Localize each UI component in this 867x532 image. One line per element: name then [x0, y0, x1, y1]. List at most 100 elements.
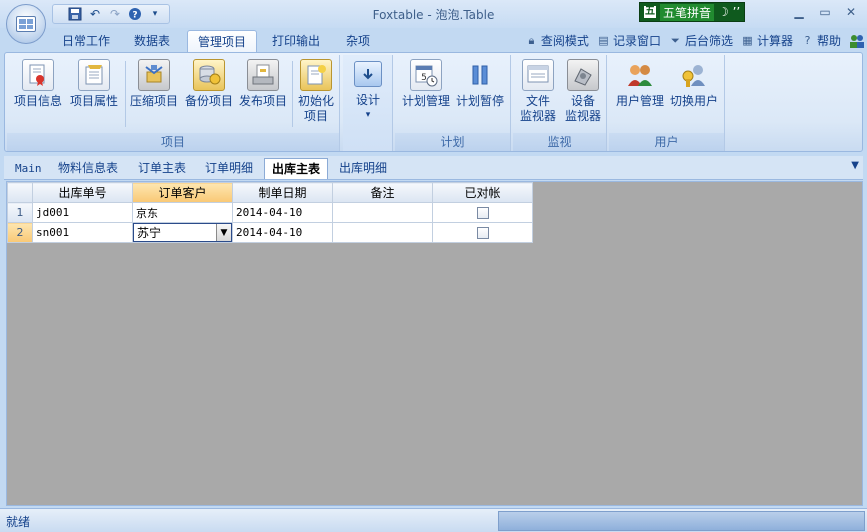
file-monitor-label-1: 文件: [525, 94, 550, 108]
user-manage-button[interactable]: 用户管理: [613, 57, 667, 109]
background-filter-button[interactable]: ⏷ 后台筛选: [669, 32, 733, 49]
tab-order-detail[interactable]: 订单明细: [198, 158, 260, 179]
tab-outbound-detail[interactable]: 出库明细: [332, 158, 394, 179]
ime-logo-icon: 五: [644, 6, 656, 18]
filter-icon: ⏷: [671, 33, 680, 47]
cell-create-date[interactable]: 2014-04-10: [232, 202, 333, 223]
help-button[interactable]: ? 帮助: [801, 32, 841, 49]
plan-group-label: 计划: [395, 133, 510, 151]
column-header-note[interactable]: 备注: [332, 182, 433, 203]
table-row: 2 sn001 苏宁 ▼ 2014-04-10: [7, 222, 533, 243]
plan-manage-button[interactable]: 5 计划管理: [399, 57, 453, 109]
close-icon[interactable]: ✕: [841, 4, 861, 20]
reconciled-checkbox[interactable]: [476, 206, 489, 219]
users-icon[interactable]: [849, 33, 865, 49]
compress-project-button[interactable]: 压缩项目: [127, 57, 181, 109]
cell-order-customer-editing[interactable]: 苏宁 ▼: [132, 222, 233, 243]
monitor-group: 文件 监视器 设备 监视器 监视: [513, 55, 607, 151]
calculator-label: 计算器: [756, 34, 793, 48]
customer-combo-box[interactable]: 苏宁 ▼: [133, 223, 232, 242]
tab-outbound-main[interactable]: 出库主表: [264, 158, 329, 179]
chevron-down-icon[interactable]: ▼: [216, 224, 231, 241]
table-workspace: 出库单号 订单客户 制单日期 备注 已对帐 1 jd001 京东 2014-04…: [6, 181, 863, 506]
readonly-mode-button[interactable]: 🔒︎ 查阅模式: [525, 32, 589, 49]
calculator-button[interactable]: ▦ 计算器: [741, 32, 793, 49]
tab-manage-project[interactable]: 管理项目: [187, 30, 258, 52]
cell-reconciled[interactable]: [432, 222, 533, 243]
device-icon: [567, 59, 599, 91]
file-monitor-button[interactable]: 文件 监视器: [516, 57, 560, 124]
monitor-group-label: 监视: [513, 133, 606, 151]
down-arrow-icon: [354, 61, 382, 87]
cell-reconciled[interactable]: [432, 202, 533, 223]
cell-note[interactable]: [332, 222, 433, 243]
column-header-reconciled[interactable]: 已对帐: [432, 182, 533, 203]
tab-daily-work[interactable]: 日常工作: [52, 30, 120, 52]
init-project-label-2: 项目: [303, 109, 328, 123]
init-project-label-1: 初始化: [297, 94, 334, 108]
tab-material-info[interactable]: 物料信息表: [51, 158, 125, 179]
tab-main[interactable]: Main: [8, 158, 49, 179]
background-filter-label: 后台筛选: [684, 34, 733, 48]
column-header-outbound-no[interactable]: 出库单号: [32, 182, 133, 203]
maximize-icon[interactable]: ▭: [815, 4, 835, 20]
backup-project-label: 备份项目: [184, 94, 233, 108]
project-info-button[interactable]: 项目信息: [11, 57, 65, 109]
tab-print-output[interactable]: 打印输出: [262, 30, 330, 52]
pause-icon: [464, 59, 496, 91]
row-number[interactable]: 2: [7, 222, 33, 243]
row-number[interactable]: 1: [7, 202, 33, 223]
init-project-button[interactable]: 初始化 项目: [294, 57, 338, 124]
column-header-order-customer[interactable]: 订单客户: [132, 182, 233, 203]
cell-create-date[interactable]: 2014-04-10: [232, 222, 333, 243]
user-group: 用户管理 切换用户 用户: [609, 55, 725, 151]
record-window-label: 记录窗口: [612, 34, 661, 48]
cell-outbound-no[interactable]: jd001: [32, 202, 133, 223]
certificate-icon: [22, 59, 54, 91]
right-toolbar: 🔒︎ 查阅模式 ▤ 记录窗口 ⏷ 后台筛选 ▦ 计算器 ? 帮助: [525, 32, 867, 49]
status-text: 就绪: [6, 515, 31, 529]
design-button[interactable]: 设计 ▾: [346, 57, 390, 123]
readonly-mode-label: 查阅模式: [540, 34, 589, 48]
cell-order-customer[interactable]: 京东: [132, 202, 233, 223]
cell-note[interactable]: [332, 202, 433, 223]
lock-icon: 🔒︎: [528, 33, 535, 47]
switch-user-button[interactable]: 切换用户: [667, 57, 721, 109]
cell-outbound-no[interactable]: sn001: [32, 222, 133, 243]
project-group-label: 项目: [7, 133, 339, 151]
publish-icon: [247, 59, 279, 91]
tab-order-main[interactable]: 订单主表: [131, 158, 193, 179]
ribbon-panel: 项目信息 项目属性 压缩项目 备份项目 发布项目 初始化 项目 项目 设计 ▾ …: [4, 52, 863, 152]
publish-project-button[interactable]: 发布项目: [236, 57, 290, 109]
ime-status[interactable]: 五 五笔拼音 ☽ ’’: [639, 2, 746, 22]
ribbon-tab-row: 日常工作 数据表 管理项目 打印输出 杂项 🔒︎ 查阅模式 ▤ 记录窗口 ⏷ 后…: [0, 28, 867, 52]
customer-combo-value: 苏宁: [137, 226, 162, 240]
design-dropdown-icon: ▾: [365, 110, 371, 120]
device-monitor-label-2: 监视器: [564, 109, 601, 123]
compress-project-label: 压缩项目: [129, 94, 178, 108]
help-label: 帮助: [816, 34, 841, 48]
tab-data-table[interactable]: 数据表: [124, 30, 180, 52]
properties-icon: [78, 59, 110, 91]
grid-corner[interactable]: [7, 182, 33, 203]
record-window-button[interactable]: ▤ 记录窗口: [597, 32, 661, 49]
plan-pause-label: 计划暂停: [455, 94, 504, 108]
compress-icon: [138, 59, 170, 91]
project-props-button[interactable]: 项目属性: [67, 57, 121, 109]
app-menu-button[interactable]: [6, 4, 46, 44]
app-logo-icon: [16, 16, 36, 32]
reconciled-checkbox[interactable]: [476, 226, 489, 239]
user-group-label: 用户: [609, 133, 724, 151]
minimize-icon[interactable]: ▁: [789, 4, 809, 20]
column-header-create-date[interactable]: 制单日期: [232, 182, 333, 203]
tab-misc[interactable]: 杂项: [336, 30, 380, 52]
tab-list-dropdown-icon[interactable]: ▼: [851, 160, 859, 171]
device-monitor-button[interactable]: 设备 监视器: [561, 57, 605, 124]
backup-project-button[interactable]: 备份项目: [182, 57, 236, 109]
plan-pause-button[interactable]: 计划暂停: [453, 57, 507, 109]
users-icon: [624, 59, 656, 91]
help-circle-icon: ?: [804, 34, 811, 47]
window-icon: ▤: [598, 34, 609, 47]
ime-extra: ☽ ’’: [718, 5, 741, 19]
plan-group: 5 计划管理 计划暂停 计划: [395, 55, 511, 151]
